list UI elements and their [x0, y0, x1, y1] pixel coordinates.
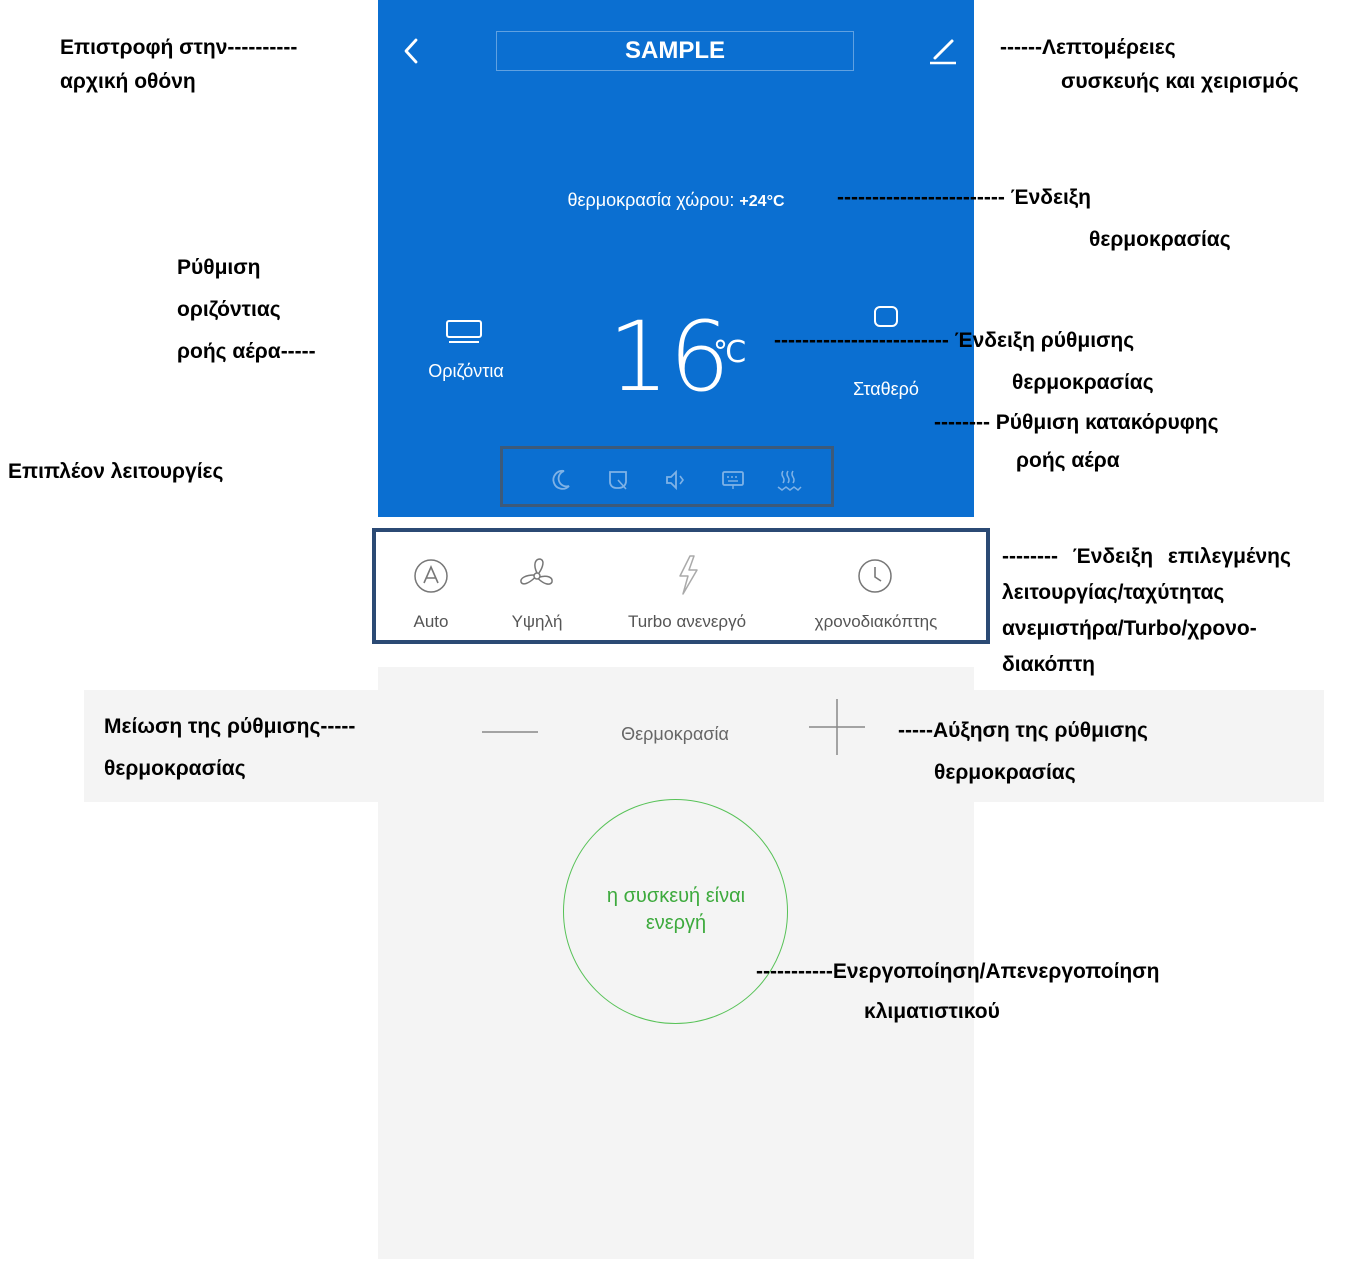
temperature-label: Θερμοκρασία — [621, 724, 729, 744]
annotation-horizontal: Ρύθμιση οριζόντιας ροής αέρα----- — [177, 247, 316, 373]
room-temperature-label: θερμοκρασία χώρου: — [567, 190, 735, 210]
annotation-mode-line2: λειτουργίας/ταχύτητας — [1002, 581, 1225, 604]
annotation-mode-line3: ανεμιστήρα/Turbo/χρονο- — [1002, 617, 1257, 640]
annotation-back-line2: αρχική οθόνη — [60, 70, 196, 93]
annotation-vertical: -------- Ρύθμιση κατακόρυφης ροής αέρα — [934, 404, 1219, 480]
display-icon[interactable] — [719, 466, 747, 494]
mode-label-timer: χρονοδιακόπτης — [814, 612, 938, 631]
bolt-icon[interactable] — [672, 553, 702, 597]
annotation-power-line1: -----------Ενεργοποίηση/Απενεργοποίηση — [756, 960, 1160, 983]
annotation-decrease-line1: Μείωση της ρύθμισης----- — [104, 715, 356, 738]
chevron-left-icon[interactable] — [400, 36, 422, 66]
annotation-setpoint: ------------------------- Ένδειξη ρύθμισ… — [774, 320, 1154, 404]
leaf-icon[interactable] — [604, 466, 632, 494]
annotation-vertical-line2: ροής αέρα — [1016, 449, 1120, 472]
annotation-setpoint-line2: θερμοκρασίας — [1012, 371, 1154, 394]
annotation-temp-display: ------------------------ Ένδειξη θερμοκρ… — [837, 177, 1231, 261]
power-status-line1: η συσκευή είναι — [606, 885, 746, 907]
horizontal-swing-icon[interactable] — [444, 318, 486, 348]
clock-icon[interactable] — [856, 557, 894, 595]
heat-icon[interactable] — [774, 466, 804, 494]
annotation-mode-line1: -------- Ένδειξη επιλεγμένης — [1002, 545, 1291, 568]
annotation-mode-line4: διακόπτη — [1002, 653, 1096, 676]
speaker-icon[interactable] — [662, 466, 690, 494]
annotation-temp-line2: θερμοκρασίας — [1089, 228, 1231, 251]
device-title: SAMPLE — [624, 37, 725, 64]
annotation-setpoint-line1: ------------------------- Ένδειξη ρύθμισ… — [774, 329, 1135, 352]
mode-label-turbo: Turbo ανενεργό — [627, 612, 747, 631]
annotation-temp-line1: ------------------------ Ένδειξη — [837, 186, 1091, 209]
horizontal-swing-label[interactable]: Οριζόντια — [421, 361, 511, 382]
annotation-mode: -------- Ένδειξη επιλεγμένης λειτουργίας… — [1002, 539, 1364, 683]
annotation-details-line1: ------Λεπτομέρειες — [1000, 36, 1176, 59]
annotation-horizontal-line3: ροής αέρα----- — [177, 340, 316, 363]
annotation-decrease-line2: θερμοκρασίας — [104, 757, 246, 780]
setpoint-unit: ℃ — [713, 336, 747, 369]
setpoint-value: 16 — [608, 301, 731, 413]
room-temperature-value: +24°C — [739, 193, 785, 210]
annotation-horizontal-line2: οριζόντιας — [177, 298, 281, 321]
moon-icon[interactable] — [546, 466, 574, 494]
annotation-details: ------Λεπτομέρειες συσκευής και χειρισμό… — [1000, 31, 1299, 99]
plus-icon[interactable] — [807, 697, 867, 757]
annotation-power: -----------Ενεργοποίηση/Απενεργοποίηση κ… — [756, 952, 1159, 1032]
annotation-increase: -----Αύξηση της ρύθμισης θερμοκρασίας — [898, 710, 1148, 794]
minus-icon[interactable] — [480, 722, 542, 742]
annotation-power-line2: κλιματιστικού — [864, 1000, 1000, 1023]
annotation-horizontal-line1: Ρύθμιση — [177, 256, 261, 279]
mode-label-fan: Υψηλή — [511, 612, 563, 631]
auto-icon[interactable] — [412, 557, 450, 595]
annotation-increase-line2: θερμοκρασίας — [934, 761, 1076, 784]
annotation-extra: Επιπλέον λειτουργίες — [8, 460, 224, 483]
annotation-decrease: Μείωση της ρύθμισης----- θερμοκρασίας — [104, 706, 355, 790]
annotation-back-line1: Επιστροφή στην---------- — [60, 36, 298, 59]
annotation-increase-line1: -----Αύξηση της ρύθμισης — [898, 719, 1148, 742]
pencil-icon[interactable] — [926, 36, 960, 66]
annotation-back: Επιστροφή στην---------- αρχική οθόνη — [60, 31, 297, 99]
annotation-details-line2: συσκευής και χειρισμός — [1061, 70, 1299, 93]
annotation-vertical-line1: -------- Ρύθμιση κατακόρυφης — [934, 411, 1219, 434]
power-status-line2: ενεργή — [645, 912, 707, 934]
power-status: η συσκευή είναι ενεργή — [583, 883, 769, 937]
fan-icon[interactable] — [513, 555, 561, 597]
